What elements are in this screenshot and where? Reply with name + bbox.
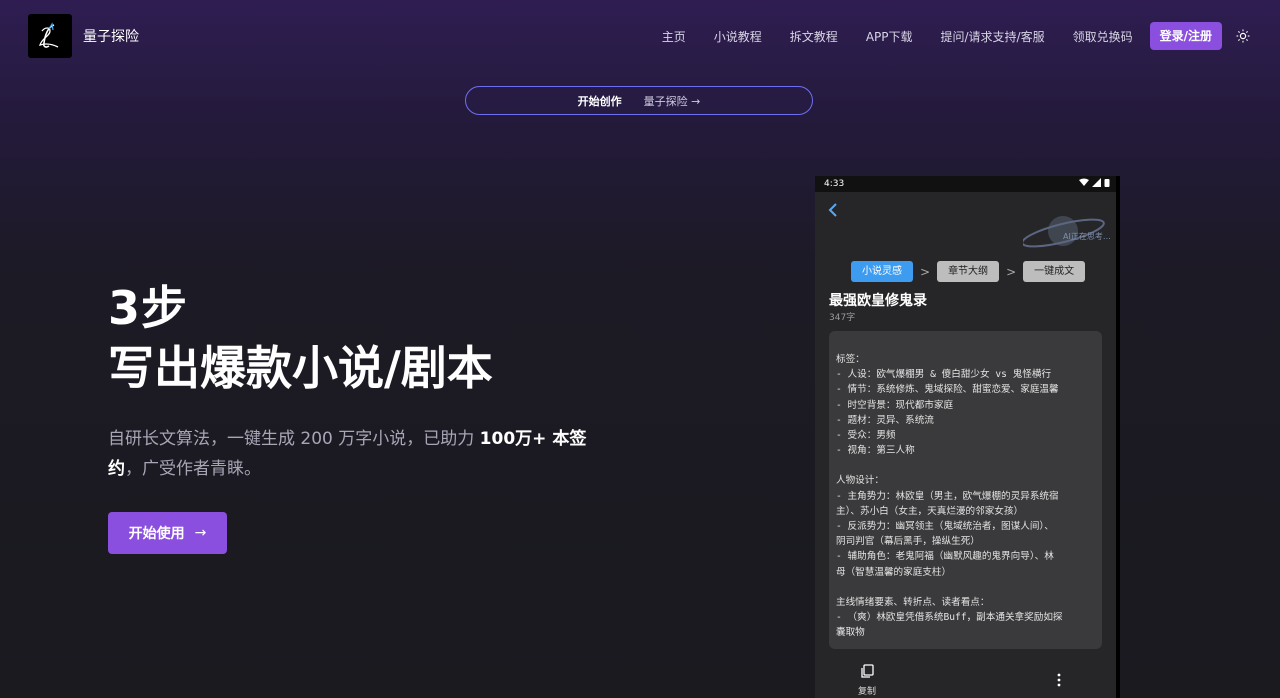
content-line: 母（智慧温馨的家庭支柱） <box>836 566 952 578</box>
status-icons <box>1079 178 1110 190</box>
phone-action-bar: 复制 <box>815 662 1120 698</box>
content-line: - 辅助角色：老鬼阿福（幽默风趣的鬼界向导）、林 <box>836 551 1054 563</box>
content-line: - 视角：第三人称 <box>836 445 915 457</box>
nav-item-redeem-code[interactable]: 领取兑换码 <box>1073 28 1133 45</box>
step-one-click-write[interactable]: 一键成文 <box>1023 261 1086 282</box>
content-line: 标签： <box>836 354 865 365</box>
logo[interactable] <box>28 14 72 58</box>
hero-heading-line1: 3步 <box>108 281 189 335</box>
logo-icon <box>39 22 59 48</box>
content-line: - 人设：欧气爆棚男 & 傻白甜少女 vs 鬼怪横行 <box>836 369 1052 381</box>
content-line: 人物设计： <box>836 475 884 487</box>
nav-item-home[interactable]: 主页 <box>662 28 686 45</box>
login-register-button[interactable]: 登录/注册 <box>1149 22 1222 50</box>
content-line: - 时空背景：现代都市家庭 <box>836 399 954 411</box>
content-line: 主线情绪要素、转折点、读者看点： <box>836 596 990 608</box>
wifi-icon <box>1079 178 1090 186</box>
more-vertical-icon[interactable] <box>1057 672 1061 691</box>
content-line: - （爽）林欧皇凭借系统Buff，副本通关拿奖励如探 <box>836 612 1063 624</box>
content-line: - 主角势力：林欧皇（男主，欧气爆棚的灵异系统宿 <box>836 490 1059 502</box>
header: 量子探险 主页 小说教程 拆文教程 APP下载 提问/请求支持/客服 领取兑换码… <box>0 0 1280 72</box>
brand-name[interactable]: 量子探险 <box>83 26 139 46</box>
novel-title: 最强欧皇修鬼录 <box>829 293 927 309</box>
chevron-right-icon: > <box>1006 264 1017 279</box>
announcement-title: 开始创作 <box>577 94 622 108</box>
novel-content-card: 标签： - 人设：欧气爆棚男 & 傻白甜少女 vs 鬼怪横行 - 情节：系统修炼… <box>829 331 1102 649</box>
content-line: 囊取物 <box>836 627 865 639</box>
chevron-right-icon: > <box>920 264 931 279</box>
announcement-pill[interactable]: 开始创作 量子探险 → <box>465 86 813 115</box>
signal-icon <box>1092 178 1102 187</box>
nav-item-support[interactable]: 提问/请求支持/客服 <box>941 28 1045 45</box>
start-using-button[interactable]: 开始使用 → <box>108 512 227 554</box>
step-novel-inspiration[interactable]: 小说灵感 <box>851 261 913 282</box>
content-line: - 题材：灵异、系统流 <box>836 414 934 426</box>
phone-frame-edge <box>1116 176 1120 698</box>
phone-status-bar: 4:33 <box>815 176 1120 192</box>
nav-item-app-download[interactable]: APP下载 <box>866 28 913 45</box>
announcement-link[interactable]: 量子探险 → <box>644 93 701 109</box>
hero-heading-line2: 写出爆款小说/剧本 <box>108 341 493 395</box>
content-line: - 反派势力：幽冥领主（鬼域统治者，图谋人间）、 <box>836 521 1054 533</box>
nav-item-analysis-tutorial[interactable]: 拆文教程 <box>790 28 838 45</box>
step-indicator: 小说灵感 > 章节大纲 > 一键成文 <box>851 261 1086 282</box>
ai-thinking-text: AI正在思考… <box>1063 232 1111 241</box>
word-count: 347字 <box>829 313 856 323</box>
content-line: - 受众：男频 <box>836 430 896 442</box>
main-nav: 主页 小说教程 拆文教程 APP下载 提问/请求支持/客服 领取兑换码 登录/注… <box>662 22 1250 50</box>
hero-desc-post: ，广受作者青睐。 <box>125 459 261 479</box>
hero-desc-pre: 自研长文算法，一键生成 200 万字小说，已助力 <box>108 429 480 449</box>
back-arrow-icon[interactable] <box>827 202 839 221</box>
content-line: 主）、苏小白（女主，天真烂漫的邻家女孩） <box>836 505 1024 517</box>
copy-button[interactable]: 复制 <box>855 664 879 697</box>
copy-label: 复制 <box>857 687 876 697</box>
sun-icon[interactable] <box>1236 29 1250 43</box>
battery-icon <box>1104 179 1110 187</box>
arrow-right-icon: → <box>194 525 207 541</box>
hero-description: 自研长文算法，一键生成 200 万字小说，已助力 100万+ 本签约，广受作者青… <box>108 424 598 484</box>
content-line: 阴司判官（幕后黑手，操纵生死） <box>836 536 980 548</box>
nav-item-novel-tutorial[interactable]: 小说教程 <box>714 28 762 45</box>
status-time: 4:33 <box>824 179 845 189</box>
content-line: - 情节：系统修炼、鬼域探险、甜蜜恋爱、家庭温馨 <box>836 384 1059 396</box>
copy-icon <box>861 664 874 678</box>
phone-mockup: 4:33 AI正在思考… 小说灵感 > 章节大纲 > 一键成文 最强欧皇修鬼录 … <box>815 176 1120 698</box>
start-button-label: 开始使用 <box>128 526 185 542</box>
step-chapter-outline[interactable]: 章节大纲 <box>937 261 1000 282</box>
